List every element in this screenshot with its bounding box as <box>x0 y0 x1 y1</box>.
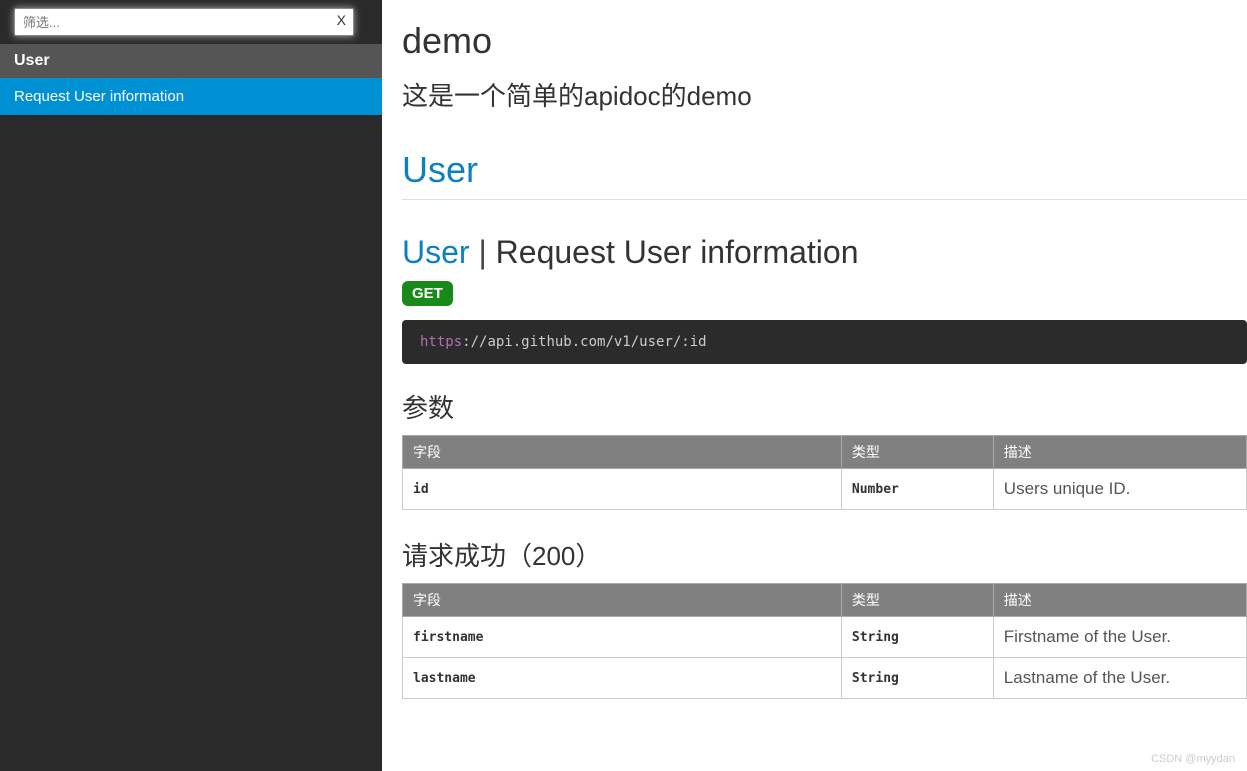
section-heading-user: User <box>402 149 1247 200</box>
main-content: demo 这是一个简单的apidoc的demo User User | Requ… <box>382 0 1247 771</box>
param-field: id <box>403 469 842 510</box>
endpoint-name: Request User information <box>496 234 859 270</box>
endpoint-separator: | <box>470 234 496 270</box>
param-type: Number <box>841 469 993 510</box>
clear-search-button[interactable]: X <box>337 12 346 28</box>
page-description: 这是一个简单的apidoc的demo <box>402 76 1247 113</box>
params-heading: 参数 <box>402 388 1247 425</box>
url-path: ://api.github.com/v1/user/:id <box>462 334 706 350</box>
search-wrap: X <box>0 0 382 44</box>
col-type: 类型 <box>841 584 993 617</box>
col-desc: 描述 <box>993 436 1246 469</box>
col-type: 类型 <box>841 436 993 469</box>
success-desc: Firstname of the User. <box>993 617 1246 658</box>
success-type: String <box>841 658 993 699</box>
success-type: String <box>841 617 993 658</box>
sidebar: X User Request User information <box>0 0 382 771</box>
http-method-badge: GET <box>402 281 453 306</box>
url-scheme: https <box>420 334 462 350</box>
search-box: X <box>14 8 354 36</box>
success-field: firstname <box>403 617 842 658</box>
endpoint-url: https://api.github.com/v1/user/:id <box>402 320 1247 364</box>
table-header-row: 字段 类型 描述 <box>403 436 1247 469</box>
success-field: lastname <box>403 658 842 699</box>
search-input[interactable] <box>14 8 354 36</box>
endpoint-heading: User | Request User information <box>402 234 1247 271</box>
table-row: lastname String Lastname of the User. <box>403 658 1247 699</box>
endpoint-group: User <box>402 234 470 270</box>
watermark: CSDN @myydan <box>1151 753 1235 765</box>
table-header-row: 字段 类型 描述 <box>403 584 1247 617</box>
sidebar-group-user[interactable]: User <box>0 44 382 78</box>
success-desc: Lastname of the User. <box>993 658 1246 699</box>
sidebar-item-request-user-information[interactable]: Request User information <box>0 78 382 115</box>
success-table: 字段 类型 描述 firstname String Firstname of t… <box>402 583 1247 699</box>
params-table: 字段 类型 描述 id Number Users unique ID. <box>402 435 1247 510</box>
page-title: demo <box>402 20 1247 62</box>
param-desc: Users unique ID. <box>993 469 1246 510</box>
col-desc: 描述 <box>993 584 1246 617</box>
table-row: id Number Users unique ID. <box>403 469 1247 510</box>
success-heading: 请求成功（200） <box>402 536 1247 573</box>
col-field: 字段 <box>403 436 842 469</box>
table-row: firstname String Firstname of the User. <box>403 617 1247 658</box>
col-field: 字段 <box>403 584 842 617</box>
